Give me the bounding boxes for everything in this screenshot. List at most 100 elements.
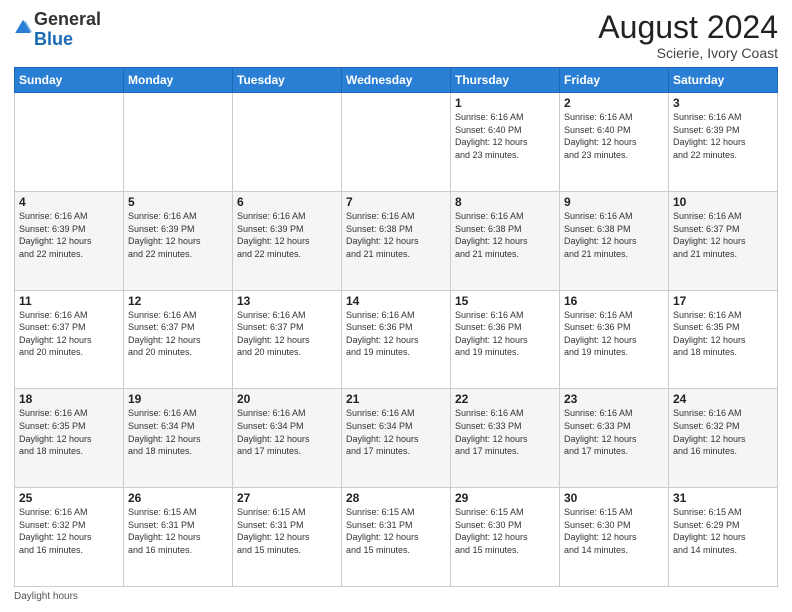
day-info: Sunrise: 6:16 AM Sunset: 6:37 PM Dayligh… [19, 309, 119, 359]
calendar-table: SundayMondayTuesdayWednesdayThursdayFrid… [14, 67, 778, 587]
day-info: Sunrise: 6:16 AM Sunset: 6:37 PM Dayligh… [673, 210, 773, 260]
weekday-header-tuesday: Tuesday [233, 68, 342, 93]
page: General Blue August 2024 Scierie, Ivory … [0, 0, 792, 612]
day-info: Sunrise: 6:16 AM Sunset: 6:33 PM Dayligh… [455, 407, 555, 457]
day-number: 18 [19, 392, 119, 406]
day-number: 24 [673, 392, 773, 406]
day-info: Sunrise: 6:15 AM Sunset: 6:31 PM Dayligh… [346, 506, 446, 556]
location: Scierie, Ivory Coast [598, 45, 778, 61]
day-number: 28 [346, 491, 446, 505]
day-number: 31 [673, 491, 773, 505]
calendar-cell: 17Sunrise: 6:16 AM Sunset: 6:35 PM Dayli… [669, 290, 778, 389]
day-number: 16 [564, 294, 664, 308]
day-info: Sunrise: 6:16 AM Sunset: 6:35 PM Dayligh… [673, 309, 773, 359]
calendar-cell: 5Sunrise: 6:16 AM Sunset: 6:39 PM Daylig… [124, 191, 233, 290]
weekday-header-saturday: Saturday [669, 68, 778, 93]
day-info: Sunrise: 6:16 AM Sunset: 6:38 PM Dayligh… [564, 210, 664, 260]
weekday-header-sunday: Sunday [15, 68, 124, 93]
day-number: 17 [673, 294, 773, 308]
calendar-cell: 19Sunrise: 6:16 AM Sunset: 6:34 PM Dayli… [124, 389, 233, 488]
footer-note: Daylight hours [14, 591, 778, 602]
calendar-cell: 30Sunrise: 6:15 AM Sunset: 6:30 PM Dayli… [560, 488, 669, 587]
header: General Blue August 2024 Scierie, Ivory … [14, 10, 778, 61]
week-row-1: 1Sunrise: 6:16 AM Sunset: 6:40 PM Daylig… [15, 93, 778, 192]
day-number: 27 [237, 491, 337, 505]
day-info: Sunrise: 6:16 AM Sunset: 6:34 PM Dayligh… [346, 407, 446, 457]
calendar-cell: 21Sunrise: 6:16 AM Sunset: 6:34 PM Dayli… [342, 389, 451, 488]
day-info: Sunrise: 6:16 AM Sunset: 6:34 PM Dayligh… [128, 407, 228, 457]
day-info: Sunrise: 6:15 AM Sunset: 6:30 PM Dayligh… [564, 506, 664, 556]
title-block: August 2024 Scierie, Ivory Coast [598, 10, 778, 61]
week-row-2: 4Sunrise: 6:16 AM Sunset: 6:39 PM Daylig… [15, 191, 778, 290]
month-year: August 2024 [598, 10, 778, 45]
calendar-cell: 14Sunrise: 6:16 AM Sunset: 6:36 PM Dayli… [342, 290, 451, 389]
week-row-5: 25Sunrise: 6:16 AM Sunset: 6:32 PM Dayli… [15, 488, 778, 587]
day-number: 14 [346, 294, 446, 308]
day-info: Sunrise: 6:16 AM Sunset: 6:39 PM Dayligh… [237, 210, 337, 260]
day-number: 1 [455, 96, 555, 110]
day-number: 6 [237, 195, 337, 209]
day-info: Sunrise: 6:15 AM Sunset: 6:31 PM Dayligh… [237, 506, 337, 556]
day-number: 12 [128, 294, 228, 308]
calendar-cell: 13Sunrise: 6:16 AM Sunset: 6:37 PM Dayli… [233, 290, 342, 389]
day-number: 25 [19, 491, 119, 505]
day-number: 19 [128, 392, 228, 406]
day-number: 20 [237, 392, 337, 406]
week-row-4: 18Sunrise: 6:16 AM Sunset: 6:35 PM Dayli… [15, 389, 778, 488]
calendar-cell [15, 93, 124, 192]
day-number: 11 [19, 294, 119, 308]
calendar-cell: 3Sunrise: 6:16 AM Sunset: 6:39 PM Daylig… [669, 93, 778, 192]
calendar-cell: 26Sunrise: 6:15 AM Sunset: 6:31 PM Dayli… [124, 488, 233, 587]
day-number: 9 [564, 195, 664, 209]
calendar-cell: 22Sunrise: 6:16 AM Sunset: 6:33 PM Dayli… [451, 389, 560, 488]
day-info: Sunrise: 6:16 AM Sunset: 6:36 PM Dayligh… [564, 309, 664, 359]
daylight-hours-label: Daylight hours [14, 591, 78, 602]
day-number: 26 [128, 491, 228, 505]
day-number: 21 [346, 392, 446, 406]
day-number: 29 [455, 491, 555, 505]
day-number: 10 [673, 195, 773, 209]
day-info: Sunrise: 6:16 AM Sunset: 6:34 PM Dayligh… [237, 407, 337, 457]
calendar-cell: 8Sunrise: 6:16 AM Sunset: 6:38 PM Daylig… [451, 191, 560, 290]
day-info: Sunrise: 6:15 AM Sunset: 6:29 PM Dayligh… [673, 506, 773, 556]
weekday-header-thursday: Thursday [451, 68, 560, 93]
day-info: Sunrise: 6:16 AM Sunset: 6:37 PM Dayligh… [237, 309, 337, 359]
calendar-cell [342, 93, 451, 192]
day-number: 5 [128, 195, 228, 209]
day-number: 8 [455, 195, 555, 209]
day-info: Sunrise: 6:16 AM Sunset: 6:39 PM Dayligh… [128, 210, 228, 260]
calendar-cell [124, 93, 233, 192]
day-info: Sunrise: 6:16 AM Sunset: 6:35 PM Dayligh… [19, 407, 119, 457]
day-info: Sunrise: 6:16 AM Sunset: 6:32 PM Dayligh… [19, 506, 119, 556]
calendar-cell: 16Sunrise: 6:16 AM Sunset: 6:36 PM Dayli… [560, 290, 669, 389]
logo: General Blue [14, 10, 101, 50]
calendar-cell: 24Sunrise: 6:16 AM Sunset: 6:32 PM Dayli… [669, 389, 778, 488]
day-info: Sunrise: 6:16 AM Sunset: 6:39 PM Dayligh… [673, 111, 773, 161]
calendar-cell: 9Sunrise: 6:16 AM Sunset: 6:38 PM Daylig… [560, 191, 669, 290]
weekday-header-row: SundayMondayTuesdayWednesdayThursdayFrid… [15, 68, 778, 93]
calendar-cell: 7Sunrise: 6:16 AM Sunset: 6:38 PM Daylig… [342, 191, 451, 290]
calendar-cell: 15Sunrise: 6:16 AM Sunset: 6:36 PM Dayli… [451, 290, 560, 389]
day-info: Sunrise: 6:15 AM Sunset: 6:31 PM Dayligh… [128, 506, 228, 556]
calendar-cell: 25Sunrise: 6:16 AM Sunset: 6:32 PM Dayli… [15, 488, 124, 587]
calendar-cell [233, 93, 342, 192]
logo-general: General [34, 9, 101, 29]
day-number: 13 [237, 294, 337, 308]
day-number: 2 [564, 96, 664, 110]
logo-blue: Blue [34, 29, 73, 49]
week-row-3: 11Sunrise: 6:16 AM Sunset: 6:37 PM Dayli… [15, 290, 778, 389]
calendar-cell: 6Sunrise: 6:16 AM Sunset: 6:39 PM Daylig… [233, 191, 342, 290]
calendar-cell: 1Sunrise: 6:16 AM Sunset: 6:40 PM Daylig… [451, 93, 560, 192]
calendar-cell: 10Sunrise: 6:16 AM Sunset: 6:37 PM Dayli… [669, 191, 778, 290]
calendar-cell: 18Sunrise: 6:16 AM Sunset: 6:35 PM Dayli… [15, 389, 124, 488]
calendar-cell: 2Sunrise: 6:16 AM Sunset: 6:40 PM Daylig… [560, 93, 669, 192]
day-number: 7 [346, 195, 446, 209]
day-info: Sunrise: 6:15 AM Sunset: 6:30 PM Dayligh… [455, 506, 555, 556]
day-info: Sunrise: 6:16 AM Sunset: 6:37 PM Dayligh… [128, 309, 228, 359]
day-info: Sunrise: 6:16 AM Sunset: 6:39 PM Dayligh… [19, 210, 119, 260]
day-number: 23 [564, 392, 664, 406]
day-info: Sunrise: 6:16 AM Sunset: 6:32 PM Dayligh… [673, 407, 773, 457]
day-info: Sunrise: 6:16 AM Sunset: 6:38 PM Dayligh… [346, 210, 446, 260]
calendar-cell: 12Sunrise: 6:16 AM Sunset: 6:37 PM Dayli… [124, 290, 233, 389]
day-info: Sunrise: 6:16 AM Sunset: 6:33 PM Dayligh… [564, 407, 664, 457]
